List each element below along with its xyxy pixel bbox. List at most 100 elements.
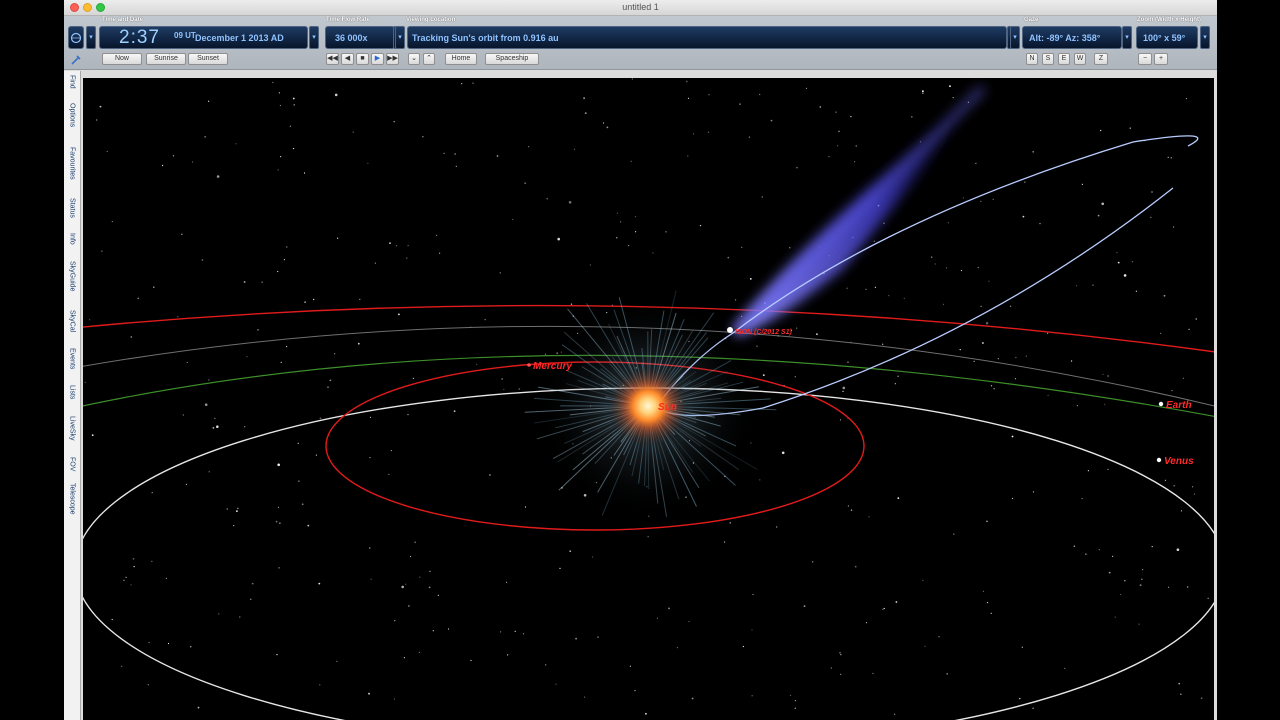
star bbox=[1098, 549, 1100, 551]
star bbox=[583, 97, 585, 99]
date-menu-arrow[interactable]: ▾ bbox=[309, 26, 319, 49]
time-value: 2:37 bbox=[119, 27, 160, 48]
star bbox=[293, 104, 295, 106]
rewind-fast-button[interactable]: ◀◀ bbox=[326, 53, 339, 65]
tab-favourites[interactable]: Favourites bbox=[66, 147, 78, 180]
comet-label[interactable]: ISON (C/2012 S1) bbox=[735, 329, 792, 336]
zoom-in-button[interactable]: + bbox=[1154, 53, 1168, 65]
star bbox=[707, 131, 710, 133]
tab-events[interactable]: Events bbox=[66, 348, 78, 369]
tab-lists[interactable]: Lists bbox=[66, 385, 78, 399]
star bbox=[634, 216, 637, 218]
star bbox=[812, 561, 814, 563]
star bbox=[246, 356, 248, 358]
lock-icon[interactable] bbox=[70, 54, 82, 66]
zoom-out-button[interactable]: − bbox=[1138, 53, 1152, 65]
sky-canvas[interactable]: ISON (C/2012 S1) Sun Mercury Earth Venus bbox=[83, 78, 1214, 720]
star bbox=[616, 212, 619, 214]
star bbox=[1081, 498, 1083, 500]
sky-view[interactable]: ISON (C/2012 S1) Sun Mercury Earth Venus bbox=[83, 78, 1214, 720]
venus-label[interactable]: Venus bbox=[1164, 456, 1194, 467]
star bbox=[977, 266, 979, 269]
mercury-dot bbox=[527, 363, 531, 367]
gaze-display[interactable]: Alt: -89° Az: 358° bbox=[1022, 26, 1122, 49]
gaze-west-button[interactable]: W bbox=[1074, 53, 1086, 65]
star bbox=[570, 303, 573, 305]
star bbox=[304, 301, 306, 304]
star bbox=[374, 262, 376, 264]
star bbox=[685, 80, 688, 83]
star bbox=[233, 525, 235, 527]
gaze-north-button[interactable]: N bbox=[1026, 53, 1038, 65]
star bbox=[369, 416, 372, 418]
play-button[interactable]: ▶ bbox=[371, 53, 384, 65]
time-menu-arrow[interactable]: ▾ bbox=[86, 26, 96, 49]
now-button[interactable]: Now bbox=[102, 53, 142, 65]
star bbox=[1200, 697, 1203, 700]
star bbox=[84, 381, 86, 383]
location-down-button[interactable]: ⌄ bbox=[408, 53, 420, 65]
sunset-button[interactable]: Sunset bbox=[188, 53, 228, 65]
date-value: December 1 2013 AD bbox=[195, 33, 284, 43]
gaze-zenith-button[interactable]: Z bbox=[1094, 53, 1108, 65]
star bbox=[960, 269, 963, 272]
star bbox=[334, 353, 336, 355]
star bbox=[761, 196, 763, 198]
star bbox=[319, 684, 321, 686]
star bbox=[130, 336, 132, 338]
star bbox=[236, 510, 238, 512]
tab-status[interactable]: Status bbox=[66, 198, 78, 218]
earth-label[interactable]: Earth bbox=[1166, 400, 1192, 411]
tab-fov[interactable]: FOV bbox=[66, 457, 78, 471]
tab-telescope[interactable]: Telescope bbox=[66, 483, 78, 515]
time-date-display[interactable]: 2:37 09 UT December 1 2013 AD bbox=[99, 26, 308, 49]
forward-fast-button[interactable]: ▶▶ bbox=[386, 53, 399, 65]
star bbox=[186, 361, 188, 364]
star bbox=[151, 492, 153, 494]
star bbox=[584, 112, 587, 114]
star bbox=[388, 473, 390, 475]
tab-options[interactable]: Options bbox=[66, 103, 78, 127]
star bbox=[489, 474, 491, 476]
zoom-display[interactable]: 100° x 59° bbox=[1136, 26, 1198, 49]
star bbox=[1032, 150, 1035, 153]
flow-rate-display[interactable]: 36 000x bbox=[325, 26, 395, 49]
stop-button[interactable]: ■ bbox=[356, 53, 369, 65]
globe-icon-button[interactable] bbox=[68, 26, 84, 49]
gaze-east-button[interactable]: E bbox=[1058, 53, 1070, 65]
star bbox=[182, 414, 184, 416]
star bbox=[854, 565, 857, 568]
spaceship-button[interactable]: Spaceship bbox=[485, 53, 539, 65]
sunrise-button[interactable]: Sunrise bbox=[146, 53, 186, 65]
gaze-south-button[interactable]: S bbox=[1042, 53, 1054, 65]
location-up-button[interactable]: ⌃ bbox=[423, 53, 435, 65]
star bbox=[1187, 586, 1189, 588]
location-display[interactable]: Tracking Sun's orbit from 0.916 au bbox=[407, 26, 1007, 49]
rewind-button[interactable]: ◀ bbox=[341, 53, 354, 65]
mercury-label[interactable]: Mercury bbox=[533, 361, 572, 372]
star bbox=[1073, 545, 1075, 547]
sun-label[interactable]: Sun bbox=[658, 402, 677, 413]
gaze-menu-arrow[interactable]: ▾ bbox=[1122, 26, 1132, 49]
star bbox=[748, 136, 751, 138]
tab-info[interactable]: Info bbox=[66, 233, 78, 245]
star bbox=[1151, 546, 1153, 548]
star bbox=[99, 105, 102, 108]
star bbox=[975, 162, 977, 164]
star bbox=[805, 87, 808, 89]
star bbox=[868, 516, 870, 518]
tab-livesky[interactable]: LiveSky bbox=[66, 416, 78, 441]
star bbox=[980, 200, 982, 202]
tab-find[interactable]: Find bbox=[66, 75, 78, 89]
gaze-history-arrow[interactable]: ▾ bbox=[1010, 26, 1020, 49]
star bbox=[762, 374, 765, 376]
sidebar: Find Options Favourites Status Info SkyG… bbox=[64, 71, 81, 720]
star bbox=[512, 218, 514, 221]
star bbox=[275, 520, 278, 523]
tab-skyguide[interactable]: SkyGuide bbox=[66, 261, 78, 291]
location-history-arrow[interactable]: ▾ bbox=[395, 26, 405, 49]
tab-skycal[interactable]: SkyCal bbox=[66, 310, 78, 332]
zoom-menu-arrow[interactable]: ▾ bbox=[1200, 26, 1210, 49]
home-button[interactable]: Home bbox=[445, 53, 477, 65]
star bbox=[1188, 328, 1190, 330]
